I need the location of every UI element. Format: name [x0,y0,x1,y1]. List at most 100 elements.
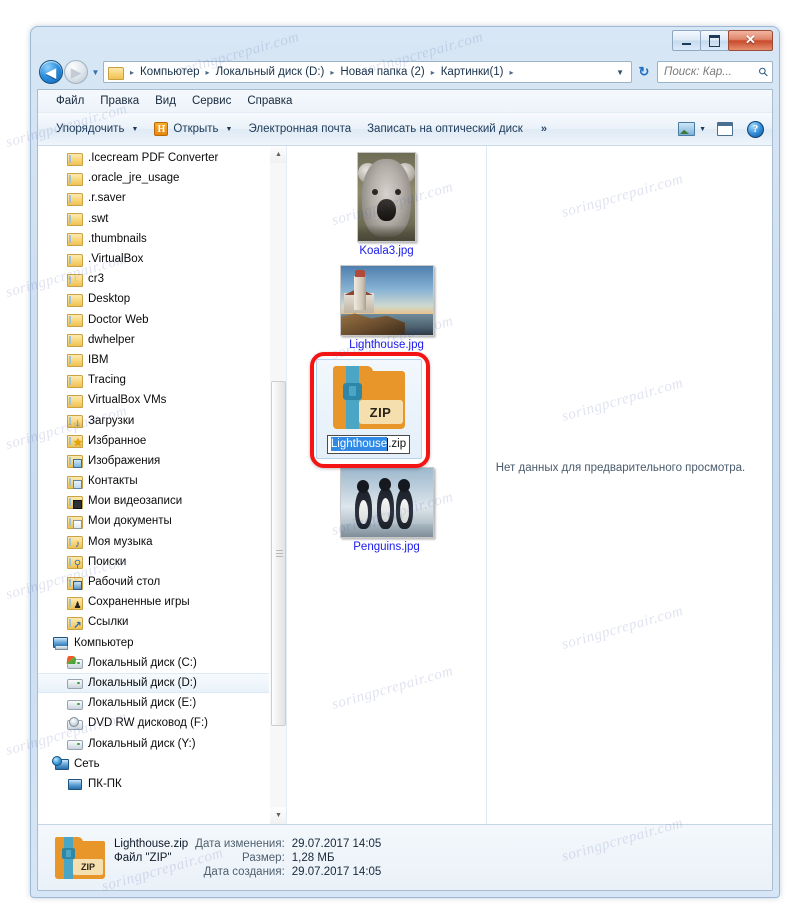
tree-item-dvd-drive-f[interactable]: DVD RW дисковод (F:) [38,713,269,733]
chevron-down-icon[interactable]: ▼ [611,68,629,77]
tree-item-thumbnails[interactable]: .thumbnails [38,229,269,249]
refresh-button[interactable]: ↻ [634,61,654,83]
folder-icon [66,312,83,328]
close-button[interactable]: ✕ [728,30,773,51]
menu-tools[interactable]: Сервис [184,93,239,109]
breadcrumb-item-new-folder[interactable]: Новая папка (2) [338,65,426,79]
details-created-value: 29.07.2017 14:05 [291,865,382,878]
scrollbar-track[interactable] [270,163,286,807]
tree-item-drive-d[interactable]: Локальный диск (D:) [38,672,269,694]
tree-item-rsaver[interactable]: .r.saver [38,188,269,208]
pc-icon [66,776,82,791]
pictures-folder-icon [66,453,83,469]
menu-view[interactable]: Вид [147,93,184,109]
tree-item-music[interactable]: ♪ Моя музыка [38,532,269,552]
breadcrumb-item-drive-d[interactable]: Локальный диск (D:) [214,65,327,79]
details-created-key: Дата создания: [203,865,285,878]
folder-icon [66,252,83,267]
tree-item-contacts[interactable]: Контакты [38,471,269,491]
email-button[interactable]: Электронная почта [240,120,359,138]
help-icon[interactable]: ? [747,120,764,138]
tree-item-tracing[interactable]: Tracing [38,370,269,390]
change-view-icon[interactable] [678,122,696,136]
tree-item-desktop[interactable]: Рабочий стол [38,572,269,592]
tree-item-downloads[interactable]: ↓ Загрузки [38,410,269,430]
tree-item-favorites[interactable]: ★ Избранное [38,431,269,451]
chevron-down-icon: ▼ [131,125,139,133]
history-dropdown-button[interactable]: ▼ [88,60,103,84]
tree-item-virtualbox-vms[interactable]: VirtualBox VMs [38,390,269,410]
details-modified-key: Дата изменения: [195,837,285,850]
breadcrumb-item-pictures[interactable]: Картинки(1) [439,65,506,79]
chevron-down-icon[interactable]: ▼ [699,126,706,133]
folder-icon [66,292,83,307]
computer-icon [52,635,68,651]
tree-item-links[interactable]: ↗ Ссылки [38,612,269,632]
tree-item-label: Сеть [74,757,100,770]
tree-item-label: Doctor Web [88,313,149,326]
preview-pane-icon[interactable] [717,122,733,136]
tree-item-dwhelper[interactable]: dwhelper [38,330,269,350]
tree-item-doctor-web[interactable]: Doctor Web [38,310,269,330]
rename-selected-text: Lighthouse [330,437,388,451]
tree-item-documents[interactable]: Мои документы [38,511,269,531]
file-item-penguins[interactable]: Penguins.jpg [312,467,462,553]
zip-tile-selected[interactable]: ZIP Lighthouse .zip [315,359,422,459]
tree-item-saved-games[interactable]: ♟ Сохраненные игры [38,592,269,612]
tree-item-drive-y[interactable]: Локальный диск (Y:) [38,733,269,753]
breadcrumb-item-computer[interactable]: Компьютер [138,65,202,79]
toolbar-overflow-button[interactable]: » [531,123,557,135]
forward-button[interactable]: ▶ [64,60,88,84]
back-button[interactable]: ◀ [39,60,63,84]
file-name-label: Koala3.jpg [359,245,414,257]
tree-item-label: cr3 [88,273,104,286]
tree-item-pictures[interactable]: Изображения [38,451,269,471]
tree-item-drive-c[interactable]: Локальный диск (C:) [38,653,269,673]
tree-item-desktop-folder[interactable]: Desktop [38,289,269,309]
zip-icon-label: ZIP [73,858,103,875]
tree-item-network[interactable]: Сеть [38,754,269,774]
menu-help[interactable]: Справка [239,93,300,109]
folder-icon [66,393,83,408]
scroll-up-button[interactable]: ▲ [270,146,286,163]
navigation-scrollbar[interactable]: ▲ ▼ [269,146,286,824]
menu-edit[interactable]: Правка [92,93,147,109]
file-item-lighthouse-zip[interactable]: ZIP Lighthouse .zip [309,352,462,468]
scroll-down-button[interactable]: ▼ [270,807,286,824]
search-input[interactable]: Поиск: Кар... ⚲ [657,61,773,83]
tree-item-drive-e[interactable]: Локальный диск (E:) [38,693,269,713]
tree-item-swt[interactable]: .swt [38,209,269,229]
maximize-button[interactable] [700,30,729,51]
scrollbar-thumb[interactable] [271,381,286,726]
burn-button[interactable]: Записать на оптический диск [359,120,531,138]
tree-item-pc[interactable]: ПК-ПК [38,774,269,794]
tree-item-oracle-jre[interactable]: .oracle_jre_usage [38,168,269,188]
tree-item-searches[interactable]: ⚲ Поиски [38,552,269,572]
details-text: Lighthouse.zip Дата изменения: 29.07.201… [114,838,381,878]
folder-icon [108,66,124,80]
minimize-button[interactable] [672,30,701,51]
tree-item-icecream-pdf[interactable]: .Icecream PDF Converter [38,148,269,168]
breadcrumb[interactable]: ▸ Компьютер ▸ Локальный диск (D:) ▸ Нова… [103,61,632,83]
caption-buttons: ✕ [672,30,773,51]
folder-icon [66,332,83,348]
file-item-lighthouse-jpg[interactable]: Lighthouse.jpg [312,265,462,351]
file-item-koala[interactable]: Koala3.jpg [312,152,462,257]
tree-item-ibm[interactable]: IBM [38,350,269,370]
breadcrumb-separator-icon: ▸ [430,67,435,77]
tree-item-computer[interactable]: Компьютер [38,633,269,653]
rename-input[interactable]: Lighthouse .zip [326,435,411,454]
hamster-app-icon: H [154,122,169,136]
menu-file[interactable]: Файл [48,93,92,109]
rename-extension-text: .zip [388,438,407,450]
tree-item-cr3[interactable]: cr3 [38,269,269,289]
tree-item-virtualbox[interactable]: .VirtualBox [38,249,269,269]
tree-item-videos[interactable]: Мои видеозаписи [38,491,269,511]
organize-button[interactable]: Упорядочить ▼ [48,120,146,138]
preview-empty-message: Нет данных для предварительного просмотр… [495,462,746,474]
open-with-button[interactable]: H Открыть ▼ [146,119,240,139]
preview-scrollbar[interactable] [755,146,772,824]
tree-item-label: Мои видеозаписи [88,495,183,508]
tree-item-label: Контакты [88,475,138,488]
organize-label: Упорядочить [56,123,125,135]
